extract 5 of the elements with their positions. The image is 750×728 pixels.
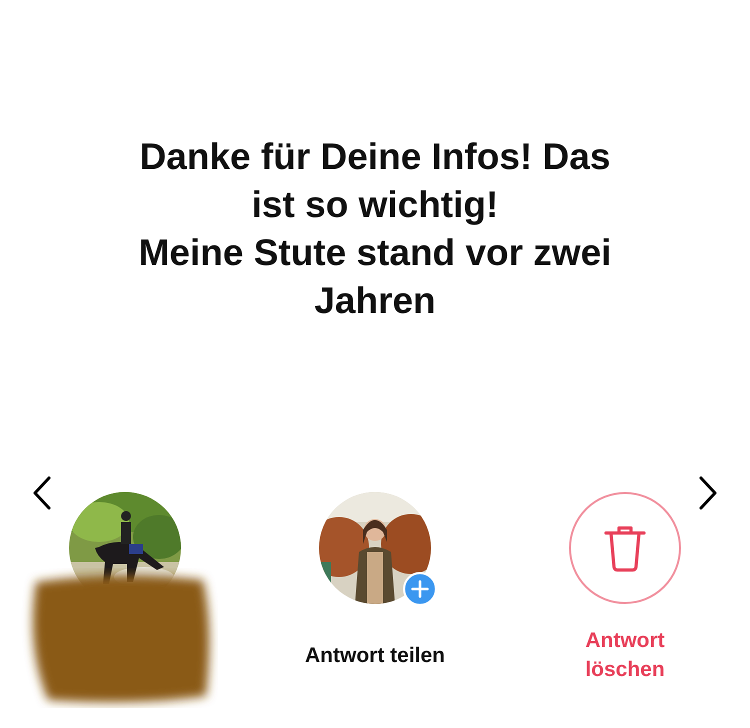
- message-text: Danke für Deine Infos! Das ist so wichtig! Meine Stute stand vor zwei Jahren: [138, 135, 612, 323]
- share-label[interactable]: Antwort teilen: [305, 640, 445, 670]
- trash-icon: [603, 524, 647, 572]
- delete-label[interactable]: Antwort löschen: [570, 626, 680, 684]
- add-icon[interactable]: [403, 572, 437, 606]
